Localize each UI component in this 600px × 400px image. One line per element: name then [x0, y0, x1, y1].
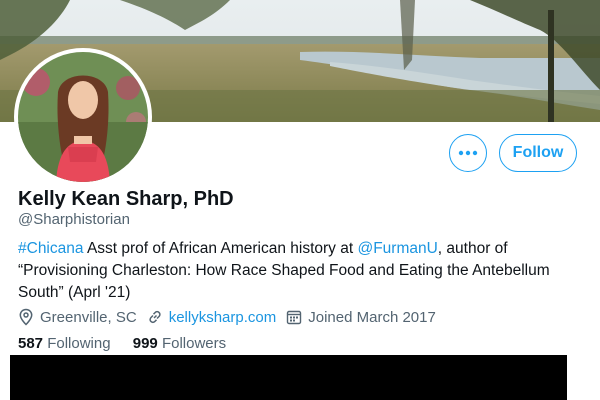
- followers-link[interactable]: 999 Followers: [133, 335, 226, 352]
- following-link[interactable]: 587 Following: [18, 335, 111, 352]
- website-link[interactable]: kellyksharp.com: [169, 309, 277, 326]
- profile-handle: @Sharphistorian: [18, 211, 130, 228]
- location-text: Greenville, SC: [40, 308, 137, 326]
- website-item[interactable]: kellyksharp.com: [147, 309, 277, 326]
- following-count: 587: [18, 335, 44, 352]
- link-icon: [149, 310, 161, 324]
- profile-stats: 587 Following 999 Followers: [18, 335, 244, 352]
- profile-bio: #Chicana Asst prof of African American h…: [18, 238, 578, 304]
- bio-mention-link[interactable]: @FurmanU: [357, 240, 437, 257]
- bio-hashtag-link[interactable]: #Chicana: [18, 240, 84, 257]
- follow-button[interactable]: Follow: [499, 134, 577, 172]
- ellipsis-icon: [458, 150, 478, 156]
- profile-avatar[interactable]: [14, 48, 152, 186]
- followers-count: 999: [132, 335, 158, 352]
- followers-label: Followers: [161, 335, 227, 352]
- profile-meta: Greenville, SC kellyksharp.com Joined Ma…: [18, 306, 446, 328]
- more-options-button[interactable]: [449, 134, 487, 172]
- redaction-bar: [10, 355, 567, 400]
- location-item: Greenville, SC: [18, 308, 137, 326]
- joined-item: Joined March 2017: [286, 309, 436, 326]
- joined-text: Joined March 2017: [308, 308, 436, 326]
- calendar-icon: [287, 310, 302, 325]
- location-pin-icon: [19, 308, 33, 326]
- following-label: Following: [47, 335, 111, 352]
- bio-text: Asst prof of African American history at: [83, 240, 358, 257]
- profile-name: Kelly Kean Sharp, PhD: [18, 188, 234, 210]
- avatar-image: [18, 52, 148, 182]
